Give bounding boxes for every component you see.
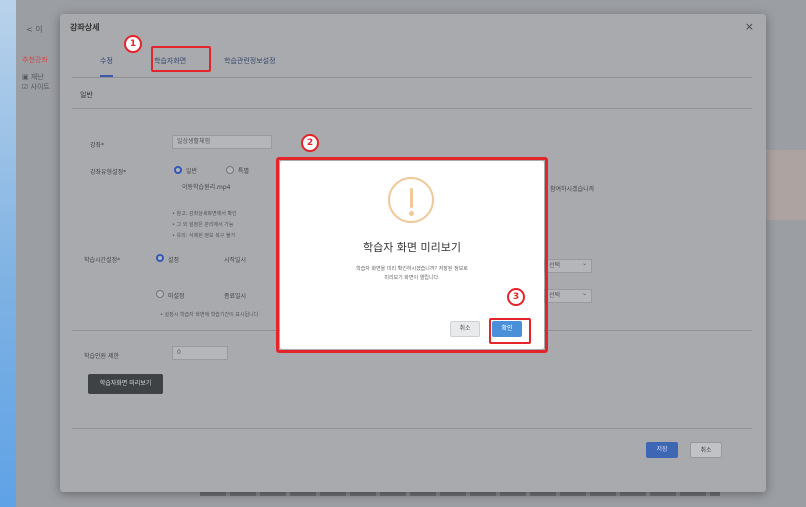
background-top-nav: < 이 (26, 25, 43, 34)
modal-title: 강좌상세 (70, 23, 100, 32)
type-radio-general[interactable] (174, 166, 182, 174)
study-note: • 설정시 학습자 화면에 학습기간이 표시됩니다 (160, 312, 259, 318)
save-button[interactable]: 저장 (646, 442, 678, 458)
step-badge-1: 1 (124, 35, 142, 53)
section-title: 일반 (80, 91, 93, 99)
study-option-unset: 미설정 (168, 293, 185, 300)
left-edge-strip (0, 0, 16, 507)
study-option-set: 설정 (168, 257, 180, 264)
close-icon[interactable]: × (745, 20, 754, 33)
study-period-label: 학습시간설정* (84, 257, 121, 264)
course-input[interactable]: 일상생활체험 (172, 135, 272, 149)
note-2: • 그 외 설정은 관리에서 가능 (172, 222, 234, 228)
footer-divider (72, 428, 752, 429)
dialog-message: 학습자 화면을 미리 확인하시겠습니까? 저장된 정보로 미리보기 화면이 열립… (300, 265, 524, 283)
start-time-select[interactable]: 선택 (544, 258, 592, 273)
warning-icon (388, 177, 434, 223)
dialog-cancel-button[interactable]: 취소 (450, 321, 480, 337)
course-label: 강좌* (90, 142, 105, 149)
limit-input[interactable]: 0 (172, 346, 228, 360)
tab-learning-settings[interactable]: 학습관련정보설정 (224, 56, 276, 66)
study-start-label: 시작일시 (224, 257, 247, 264)
limit-label: 학습인원 제한 (84, 353, 120, 360)
section-divider (72, 108, 752, 109)
background-side-item-2: ▣ 재난 (22, 73, 44, 81)
type-option-general: 일반 (186, 168, 198, 175)
step-badge-2: 2 (301, 134, 319, 152)
learner-preview-button[interactable]: 학습자화면 미리보기 (88, 374, 163, 394)
dialog-message-line-2: 미리보기 화면이 열립니다. (384, 275, 440, 281)
cancel-button[interactable]: 취소 (690, 442, 722, 458)
study-radio-unset[interactable] (156, 290, 164, 298)
note-1: • 참고: 강좌상세화면에서 확인 (172, 211, 237, 217)
study-radio-set[interactable] (156, 254, 164, 262)
type-label: 강좌유형설정* (90, 169, 127, 176)
dialog-message-line-1: 학습자 화면을 미리 확인하시겠습니까? 저장된 정보로 (356, 266, 468, 272)
step-badge-3: 3 (507, 288, 525, 306)
type-option-special: 특별 (238, 168, 250, 175)
tab-edit[interactable]: 수정 (100, 56, 113, 77)
side-hint: 참여하시겠습니까 (550, 186, 595, 193)
end-time-select[interactable]: 선택 (544, 288, 592, 303)
dialog-title: 학습자 화면 미리보기 (362, 241, 462, 254)
attached-file-name: 이동학습원리.mp4 (182, 184, 231, 191)
confirm-highlight-box (489, 318, 531, 344)
background-side-item-1: 추천강좌 (22, 56, 48, 64)
background-panel (763, 150, 806, 220)
type-radio-special[interactable] (226, 166, 234, 174)
background-side-list: ▣ 재난 ☑ 사이트 (22, 72, 50, 92)
study-end-label: 종료일시 (224, 293, 247, 300)
tab-highlight-box (151, 46, 211, 72)
note-3: • 유의: 삭제된 정보 복구 불가 (172, 233, 236, 239)
background-side-item-3: ☑ 사이트 (22, 83, 50, 91)
